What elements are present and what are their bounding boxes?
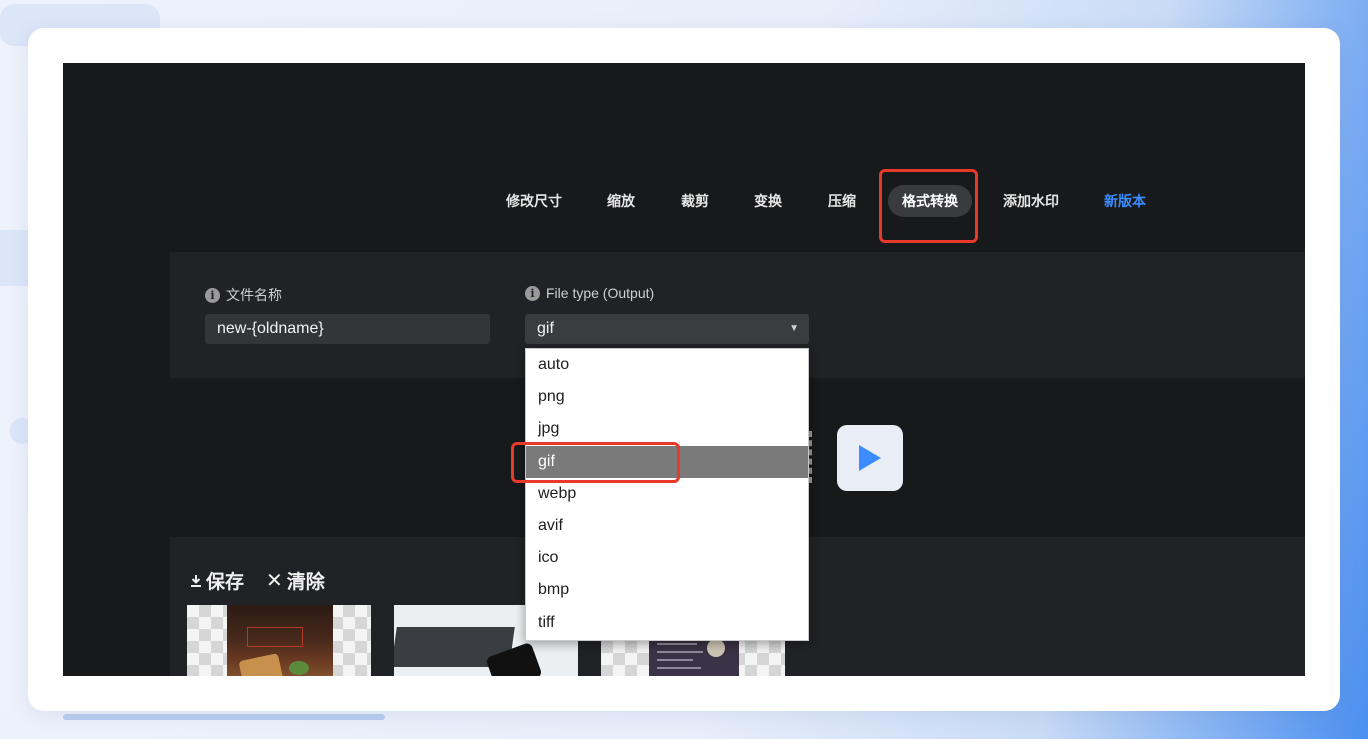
thumbnail-detail: [657, 659, 693, 661]
nav-item-transform[interactable]: 变换: [740, 185, 796, 217]
dropdown-option-webp[interactable]: webp: [526, 478, 808, 510]
dropdown-option-png[interactable]: png: [526, 381, 808, 413]
dropdown-option-bmp[interactable]: bmp: [526, 574, 808, 606]
dropdown-option-tiff[interactable]: tiff: [526, 607, 808, 639]
thumbnail-detail: [289, 661, 309, 675]
thumbnail-detail: [238, 653, 284, 676]
filename-label: 文件名称: [226, 287, 282, 303]
save-label: 保存: [206, 572, 245, 593]
thumbnail-detail: [657, 667, 701, 669]
chevron-down-icon: ▼: [789, 323, 799, 334]
filename-label-row: i 文件名称: [205, 285, 282, 305]
filetype-select[interactable]: gif ▼: [525, 314, 809, 344]
nav-item-crop[interactable]: 裁剪: [667, 185, 723, 217]
output-thumbnail-food[interactable]: [187, 605, 371, 676]
image-tool-app: 修改尺寸 缩放 裁剪 变换 压缩 格式转换 添加水印 新版本 i 文件名称 i …: [63, 63, 1305, 676]
dropdown-option-gif[interactable]: gif: [526, 445, 808, 478]
nav-item-new-version[interactable]: 新版本: [1090, 185, 1160, 217]
download-icon: [191, 574, 201, 587]
nav-item-scale[interactable]: 缩放: [593, 185, 649, 217]
filetype-selected-value: gif: [537, 320, 554, 337]
thumbnail-detail: [247, 627, 303, 647]
nav-item-compress[interactable]: 压缩: [814, 185, 870, 217]
start-convert-button[interactable]: [837, 425, 903, 491]
drop-zone-edge: [809, 431, 812, 483]
filetype-label: File type (Output): [546, 285, 655, 301]
top-nav: 修改尺寸 缩放 裁剪 变换 压缩 格式转换 添加水印 新版本: [63, 63, 1305, 243]
info-icon: i: [205, 287, 220, 303]
info-icon: i: [525, 285, 540, 301]
clear-label: 清除: [286, 572, 325, 593]
save-button[interactable]: 保存: [190, 567, 244, 594]
filetype-label-row: i File type (Output): [525, 285, 654, 301]
thumbnail-detail: [657, 643, 697, 645]
background-decoration-bar: [63, 714, 385, 720]
dropdown-option-ico[interactable]: ico: [526, 542, 808, 574]
close-icon: ✕: [266, 570, 283, 592]
clear-button[interactable]: ✕ 清除: [266, 567, 325, 594]
nav-item-add-watermark[interactable]: 添加水印: [989, 185, 1073, 217]
filetype-dropdown-list: auto png jpg gif webp avif ico bmp tiff: [525, 348, 809, 641]
dropdown-option-jpg[interactable]: jpg: [526, 413, 808, 445]
thumbnail-detail: [707, 639, 725, 657]
dropdown-option-auto[interactable]: auto: [526, 349, 808, 381]
play-icon: [859, 445, 881, 471]
filename-input[interactable]: [205, 314, 490, 344]
dropdown-option-avif[interactable]: avif: [526, 510, 808, 542]
nav-item-resize[interactable]: 修改尺寸: [492, 185, 576, 217]
thumbnail-detail: [657, 651, 703, 653]
thumbnail-image: [227, 605, 333, 676]
nav-item-format-convert[interactable]: 格式转换: [888, 185, 972, 217]
